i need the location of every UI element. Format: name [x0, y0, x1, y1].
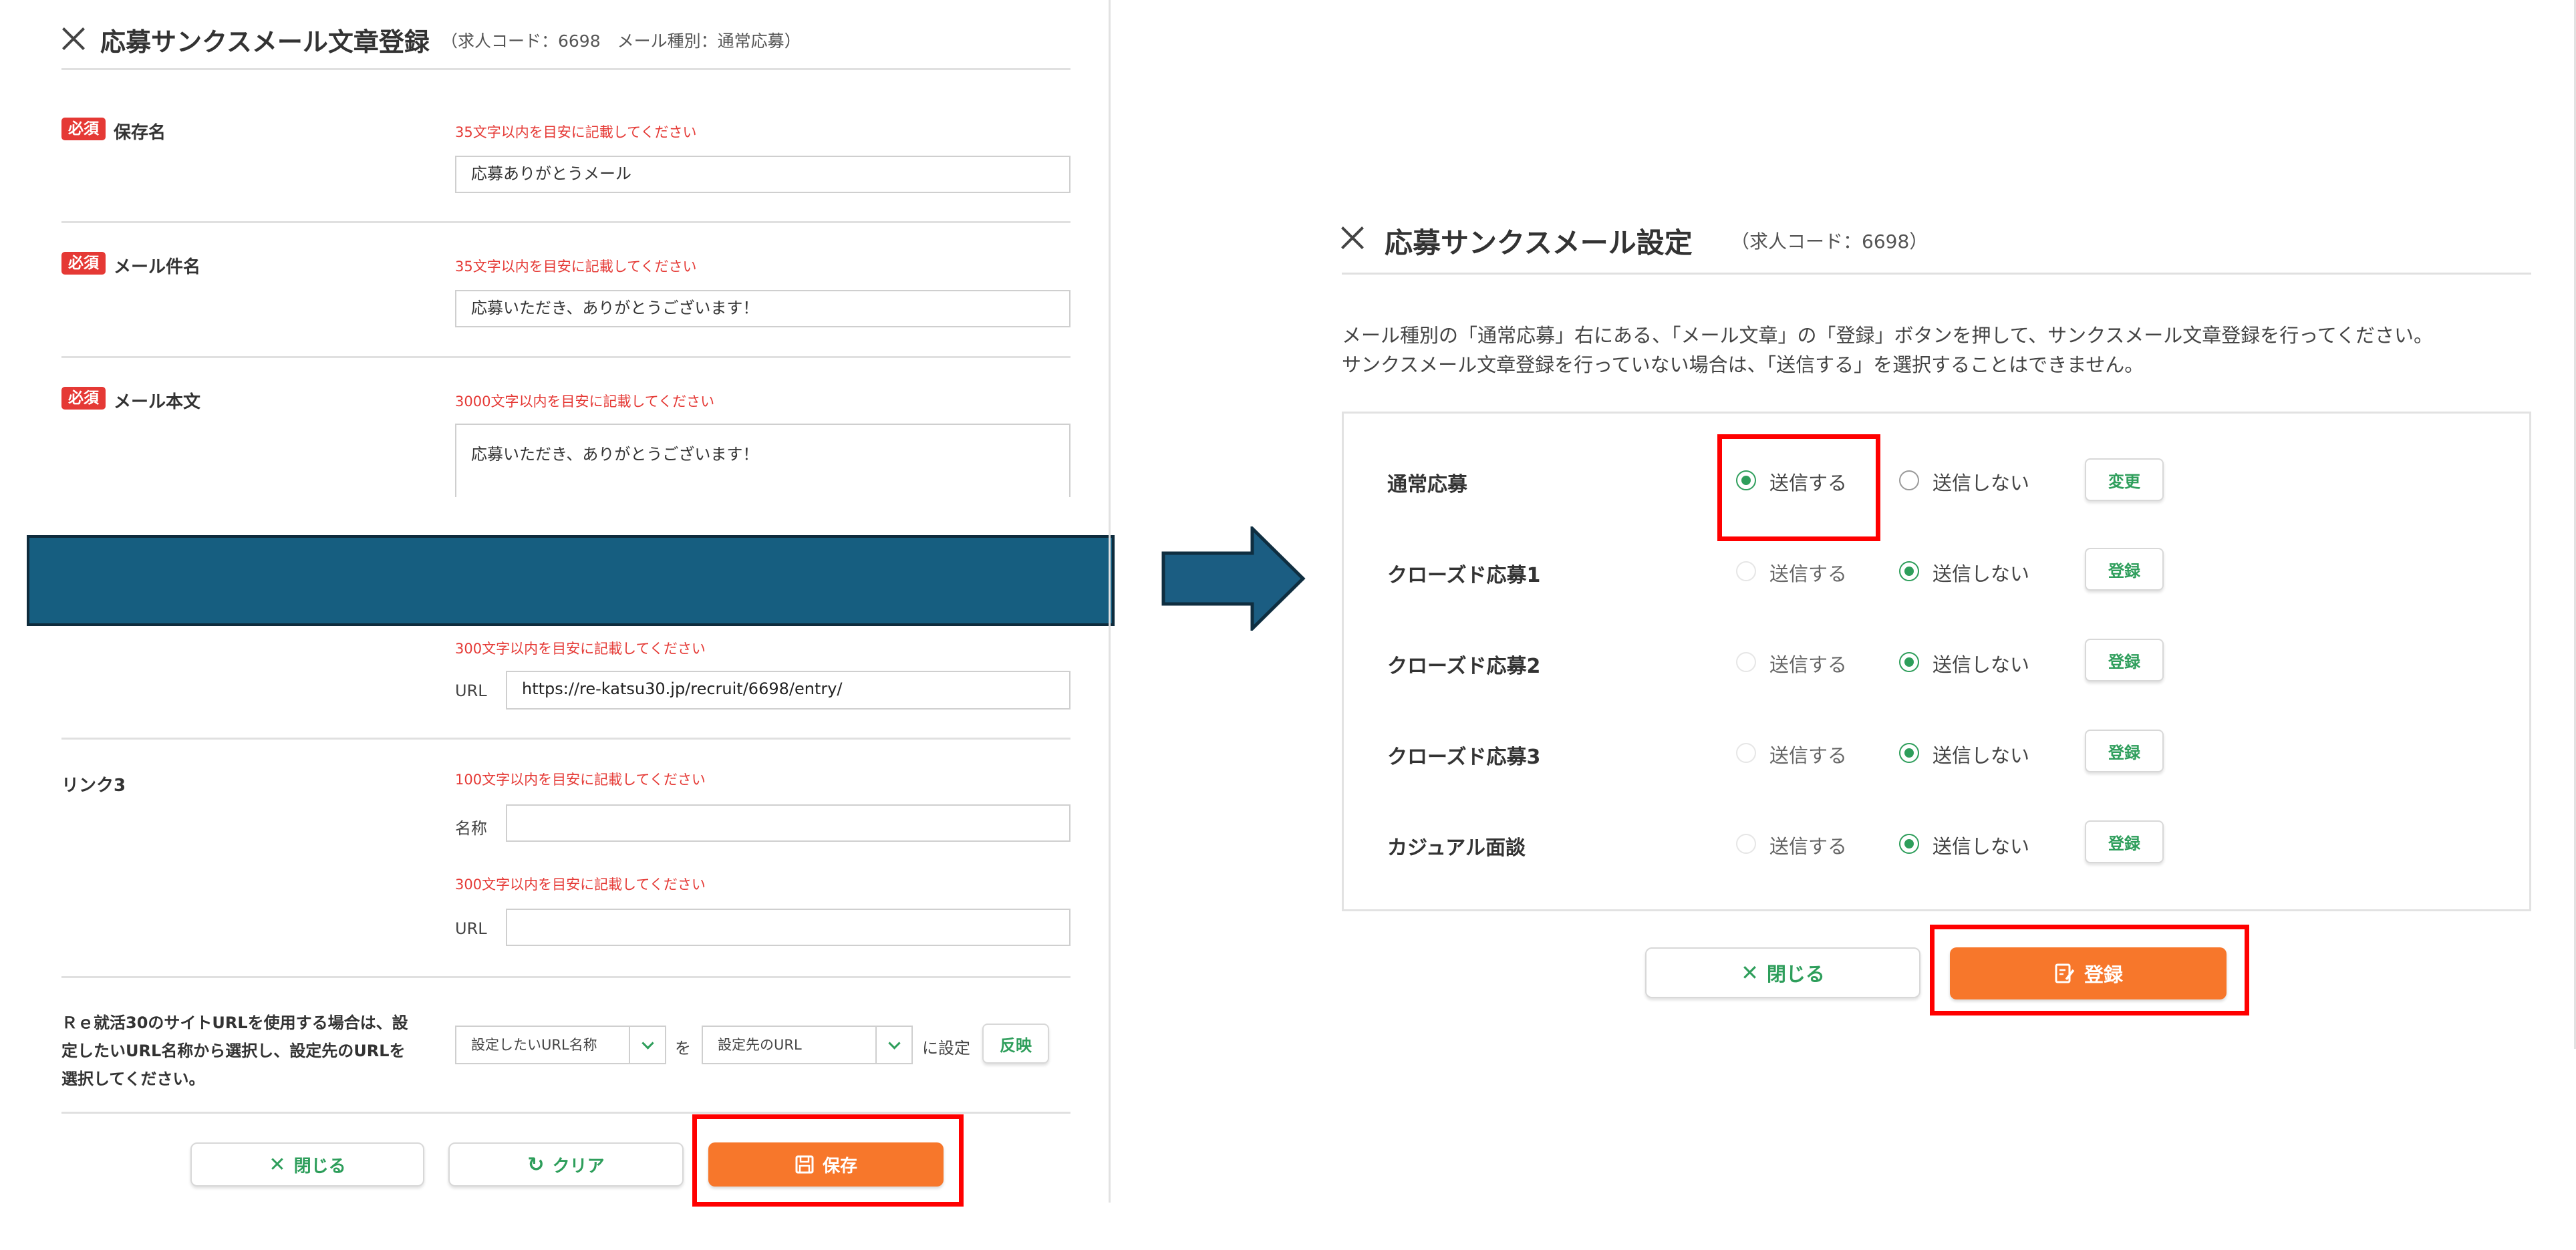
chevron-down-icon: [629, 1027, 665, 1063]
change-button[interactable]: 変更: [2085, 458, 2164, 501]
close-icon[interactable]: [59, 24, 88, 53]
refresh-icon: ↻: [527, 1152, 545, 1177]
highlight-box: [1717, 434, 1880, 541]
chevron-down-icon: [875, 1027, 911, 1063]
row-label: クローズド応募2: [1387, 655, 1541, 678]
register-button[interactable]: 登録: [2085, 548, 2164, 591]
send-radio-label: 送信する: [1769, 835, 1848, 858]
connector-text: を: [675, 1039, 691, 1058]
row-label: 通常応募: [1387, 473, 1467, 496]
close-icon: ✕: [1741, 960, 1759, 985]
description-line: サンクスメール文章登録を行っていない場合は、「送信する」を選択することはできませ…: [1342, 353, 2144, 376]
divider: [61, 221, 1070, 223]
register-button[interactable]: 登録: [2085, 730, 2164, 772]
send-radio[interactable]: [1736, 561, 1756, 581]
close-button-label: 閉じる: [293, 1156, 346, 1177]
required-badge: 必須: [61, 118, 106, 140]
clear-button-label: クリア: [552, 1156, 605, 1177]
link3-url-label: URL: [455, 919, 487, 938]
page-subtitle: （求人コード：6698）: [1731, 230, 1928, 253]
divider: [61, 976, 1070, 978]
set-suffix-text: に設定: [922, 1039, 970, 1058]
register-button[interactable]: 登録: [2085, 820, 2164, 863]
apply-button[interactable]: 反映: [982, 1024, 1049, 1064]
nosend-radio-label: 送信しない: [1933, 653, 2030, 676]
arrow-right-icon: [1161, 526, 1306, 631]
save-name-input[interactable]: 応募ありがとうメール: [455, 156, 1070, 193]
site-url-description-line: Ｒｅ就活30のサイトURLを使用する場合は、設: [61, 1013, 408, 1032]
nosend-radio-label: 送信しない: [1933, 563, 2030, 585]
send-radio[interactable]: [1736, 743, 1756, 763]
save-name-hint: 35文字以内を目安に記載してください: [455, 124, 697, 140]
url-target-select-value: 設定先のURL: [718, 1037, 802, 1053]
overlay-banner: [27, 535, 1115, 626]
page-subtitle: （求人コード：6698 メール種別：通常応募）: [441, 31, 801, 51]
site-url-description: Ｒｅ就活30のサイトURLを使用する場合は、設 定したいURL名称から選択し、設…: [61, 1009, 408, 1093]
required-badge: 必須: [61, 252, 106, 275]
save-name-label: 保存名: [114, 123, 166, 143]
link3-name-label: 名称: [455, 819, 487, 838]
close-icon: ✕: [269, 1152, 286, 1177]
link3-name-hint: 100文字以内を目安に記載してください: [455, 772, 706, 788]
body-text: 応募いただき、ありがとうございます！: [471, 445, 759, 464]
nosend-radio-label: 送信しない: [1933, 472, 2030, 494]
description-line: メール種別の「通常応募」右にある、「メール文章」の「登録」ボタンを押して、サンク…: [1342, 324, 2433, 347]
register-button[interactable]: 登録: [2085, 639, 2164, 681]
divider: [1342, 273, 2531, 275]
nosend-radio[interactable]: [1899, 834, 1919, 854]
subject-label: メール件名: [114, 257, 201, 277]
site-url-description-line: 選択してください。: [61, 1070, 205, 1088]
close-icon[interactable]: [1338, 223, 1367, 253]
link3-url-hint: 300文字以内を目安に記載してください: [455, 877, 706, 893]
url-target-select[interactable]: 設定先のURL: [702, 1026, 913, 1064]
close-button[interactable]: ✕ 閉じる: [190, 1142, 424, 1187]
highlight-box: [692, 1114, 964, 1207]
send-radio-label: 送信する: [1769, 653, 1848, 676]
url-name-select[interactable]: 設定したいURL名称: [455, 1026, 666, 1064]
subject-hint: 35文字以内を目安に記載してください: [455, 259, 697, 275]
nosend-radio[interactable]: [1899, 561, 1919, 581]
page-title: 応募サンクスメール設定: [1385, 226, 1693, 259]
link2-url-hint: 300文字以内を目安に記載してください: [455, 641, 706, 657]
nosend-radio[interactable]: [1899, 743, 1919, 763]
divider: [61, 356, 1070, 358]
required-badge: 必須: [61, 387, 106, 410]
row-label: カジュアル面談: [1387, 836, 1526, 860]
send-radio-label: 送信する: [1769, 563, 1848, 585]
body-textarea[interactable]: 応募いただき、ありがとうございます！: [455, 424, 1070, 497]
page-title: 応募サンクスメール文章登録: [100, 27, 430, 57]
send-radio-label: 送信する: [1769, 744, 1848, 767]
clear-button[interactable]: ↻ クリア: [448, 1142, 684, 1187]
nosend-radio[interactable]: [1899, 470, 1919, 490]
divider: [61, 738, 1070, 740]
subject-input[interactable]: 応募いただき、ありがとうございます！: [455, 290, 1070, 327]
send-radio[interactable]: [1736, 652, 1756, 672]
link3-url-input[interactable]: [506, 909, 1070, 946]
close-button[interactable]: ✕ 閉じる: [1645, 947, 1920, 998]
link3-label: リンク3: [61, 776, 126, 796]
send-radio[interactable]: [1736, 834, 1756, 854]
nosend-radio-label: 送信しない: [1933, 744, 2030, 767]
link3-name-input[interactable]: [506, 804, 1070, 842]
body-label: メール本文: [114, 392, 201, 412]
url-name-select-value: 設定したいURL名称: [471, 1037, 597, 1053]
nosend-radio-label: 送信しない: [1933, 835, 2030, 858]
row-label: クローズド応募1: [1387, 564, 1541, 587]
highlight-box: [1930, 925, 2249, 1015]
divider: [61, 68, 1070, 70]
nosend-radio[interactable]: [1899, 652, 1919, 672]
close-button-label: 閉じる: [1766, 963, 1825, 985]
body-hint: 3000文字以内を目安に記載してください: [455, 394, 715, 410]
row-label: クローズド応募3: [1387, 746, 1541, 769]
site-url-description-line: 定したいURL名称から選択し、設定先のURLを: [61, 1042, 406, 1060]
panel-separator: [1109, 0, 1111, 1203]
link2-url-input[interactable]: https://re-katsu30.jp/recruit/6698/entry…: [506, 671, 1070, 710]
link2-url-label: URL: [455, 681, 487, 700]
divider: [61, 1112, 1070, 1114]
